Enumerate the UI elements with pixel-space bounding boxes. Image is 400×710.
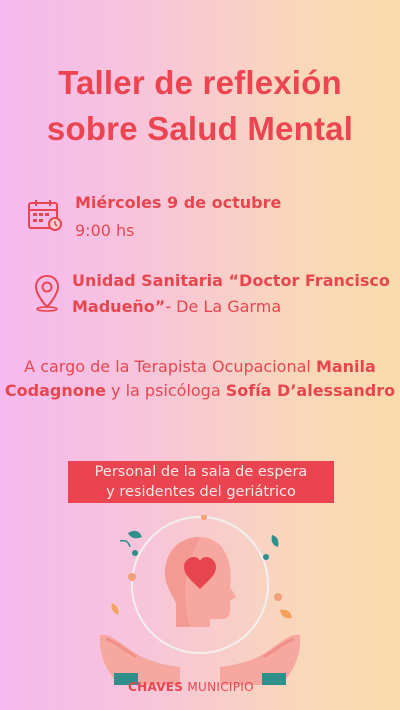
- event-date: Miércoles 9 de octubre: [75, 193, 282, 212]
- calendar-icon: [27, 199, 63, 235]
- audience-banner: Personal de la sala de espera y resident…: [68, 461, 334, 503]
- poster-title: Taller de reflexión sobre Salud Mental: [0, 60, 400, 152]
- desc-prefix: A cargo de la Terapista Ocupacional: [24, 357, 316, 376]
- logo-bold: CHAVES: [128, 680, 184, 694]
- title-line-2: sobre Salud Mental: [46, 110, 354, 147]
- municipality-logo: CHAVES MUNICIPIO: [128, 680, 254, 694]
- event-location: Unidad Sanitaria “Doctor Francisco Madue…: [72, 268, 392, 320]
- title-line-1: Taller de reflexión: [58, 64, 342, 101]
- hands-head-heart-illustration: [80, 514, 320, 689]
- event-description: A cargo de la Terapista Ocupacional Mani…: [0, 355, 400, 403]
- psychologist-name: Sofía D’alessandro: [225, 381, 396, 400]
- event-time: 9:00 hs: [75, 221, 135, 240]
- location-pin-icon: [33, 274, 61, 316]
- banner-line-1: Personal de la sala de espera: [94, 464, 308, 480]
- banner-line-2: y residentes del geriátrico: [106, 484, 296, 500]
- desc-mid: y la psicóloga: [105, 381, 226, 400]
- location-area: - De La Garma: [165, 297, 282, 316]
- logo-rest: MUNICIPIO: [183, 680, 254, 694]
